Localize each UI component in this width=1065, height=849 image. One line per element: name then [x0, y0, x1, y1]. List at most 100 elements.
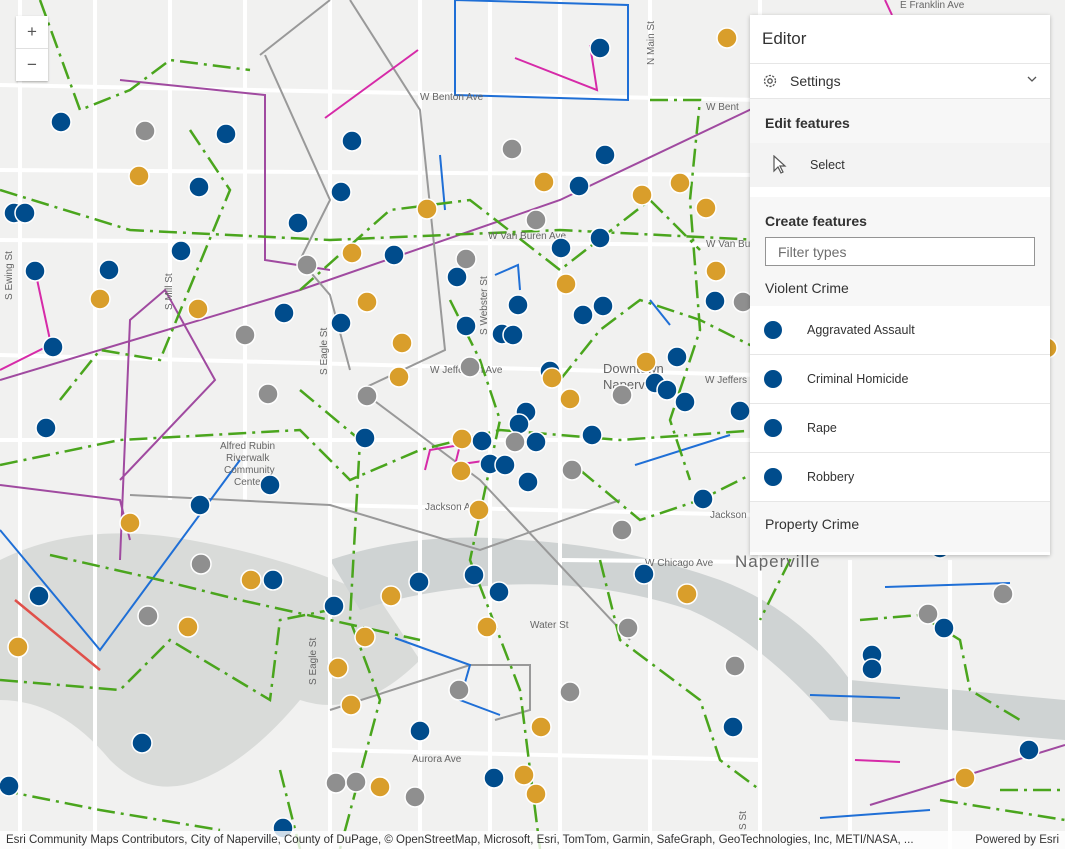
crime-point-violent: [24, 260, 46, 282]
crime-point-violent: [933, 617, 955, 639]
crime-point-violent: [592, 295, 614, 317]
crime-point-property: [388, 366, 410, 388]
crime-point-violent: [262, 569, 284, 591]
crime-point-property: [340, 694, 362, 716]
label-alfred: Alfred Rubin: [220, 441, 275, 452]
crime-point-violent: [656, 379, 678, 401]
editor-title: Editor: [762, 29, 807, 48]
crime-point-property: [354, 626, 376, 648]
zoom-control: + −: [16, 16, 48, 81]
label-webster: S Webster St: [479, 276, 490, 335]
crime-point-other: [611, 384, 633, 406]
crime-point-violent: [517, 471, 539, 493]
crime-point-property: [530, 716, 552, 738]
label-ewing: S Ewing St: [4, 251, 15, 300]
zoom-out-button[interactable]: −: [16, 48, 48, 81]
rape-icon: [764, 419, 782, 437]
label-main: N Main St: [646, 21, 657, 65]
crime-point-violent: [354, 427, 376, 449]
attribution-bar: Esri Community Maps Contributors, City o…: [0, 831, 1065, 849]
crime-point-other: [501, 138, 523, 160]
crime-point-violent: [666, 346, 688, 368]
type-aggravated-assault[interactable]: Aggravated Assault: [750, 306, 1050, 355]
type-label: Rape: [807, 421, 837, 435]
crime-point-violent: [189, 494, 211, 516]
crime-point-property: [954, 767, 976, 789]
crime-point-violent: [704, 290, 726, 312]
label-mill: S Mill St: [164, 273, 175, 310]
crime-point-violent: [594, 144, 616, 166]
crime-point-violent: [692, 488, 714, 510]
filter-types-input[interactable]: Filter types: [765, 237, 1035, 266]
crime-point-violent: [330, 181, 352, 203]
crime-point-violent: [494, 454, 516, 476]
label-aurora: Aurora Ave: [412, 754, 462, 765]
zoom-in-button[interactable]: +: [16, 16, 48, 48]
crime-point-other: [455, 248, 477, 270]
crime-point-violent: [502, 324, 524, 346]
crime-point-property: [187, 298, 209, 320]
crime-point-other: [617, 617, 639, 639]
crime-point-violent: [589, 37, 611, 59]
crime-point-other: [325, 772, 347, 794]
crime-point-property: [676, 583, 698, 605]
gear-icon: [763, 74, 777, 88]
crime-point-violent: [408, 571, 430, 593]
crime-point-property: [513, 764, 535, 786]
crime-point-violent: [215, 123, 237, 145]
create-features-title: Create features: [765, 213, 867, 229]
crime-point-violent: [42, 336, 64, 358]
crime-point-property: [669, 172, 691, 194]
label-van-buren-e: W Van Bu: [706, 239, 750, 250]
crime-point-violent: [722, 716, 744, 738]
crime-point-property: [716, 27, 738, 49]
edit-features-section: Edit features Select: [750, 99, 1050, 187]
crime-point-violent: [98, 259, 120, 281]
crime-point-violent: [409, 720, 431, 742]
crime-point-violent: [463, 564, 485, 586]
crime-point-other: [459, 356, 481, 378]
select-tool[interactable]: Select: [750, 143, 1050, 187]
select-label: Select: [810, 158, 845, 172]
crime-point-violent: [273, 302, 295, 324]
crime-point-violent: [589, 227, 611, 249]
type-robbery[interactable]: Robbery: [750, 453, 1050, 502]
crime-point-violent: [287, 212, 309, 234]
label-benton-e: W Bent: [706, 102, 739, 113]
settings-label: Settings: [790, 73, 841, 89]
label-alfred-3: Community: [224, 465, 275, 476]
crime-point-violent: [1018, 739, 1040, 761]
settings-expander[interactable]: Settings: [750, 63, 1050, 99]
type-label: Robbery: [807, 470, 855, 484]
powered-by-esri[interactable]: Powered by Esri: [975, 831, 1059, 849]
label-franklin: E Franklin Ave: [900, 0, 965, 11]
crime-point-property: [356, 291, 378, 313]
crime-point-property: [468, 499, 490, 521]
crime-point-violent: [50, 111, 72, 133]
crime-point-property: [559, 388, 581, 410]
crime-point-other: [561, 459, 583, 481]
crime-point-property: [635, 351, 657, 373]
label-benton: W Benton Ave: [420, 92, 484, 103]
type-rape[interactable]: Rape: [750, 404, 1050, 453]
crime-point-property: [555, 273, 577, 295]
crime-point-property: [177, 616, 199, 638]
crime-point-property: [89, 288, 111, 310]
attribution-text[interactable]: Esri Community Maps Contributors, City o…: [6, 831, 914, 849]
crime-point-violent: [383, 244, 405, 266]
crime-point-violent: [28, 585, 50, 607]
crime-point-other: [345, 771, 367, 793]
label-jackson-e: Jackson: [710, 510, 747, 521]
aggravated-assault-icon: [764, 321, 782, 339]
crime-point-violent: [471, 430, 493, 452]
edit-features-title: Edit features: [765, 115, 850, 131]
label-alfred-2: Riverwalk: [226, 453, 270, 464]
crime-point-other: [404, 786, 426, 808]
crime-point-other: [559, 681, 581, 703]
type-criminal-homicide[interactable]: Criminal Homicide: [750, 355, 1050, 404]
crime-point-other: [917, 603, 939, 625]
crime-point-property: [391, 332, 413, 354]
crime-point-violent: [674, 391, 696, 413]
crime-point-property: [541, 367, 563, 389]
crime-point-other: [190, 553, 212, 575]
